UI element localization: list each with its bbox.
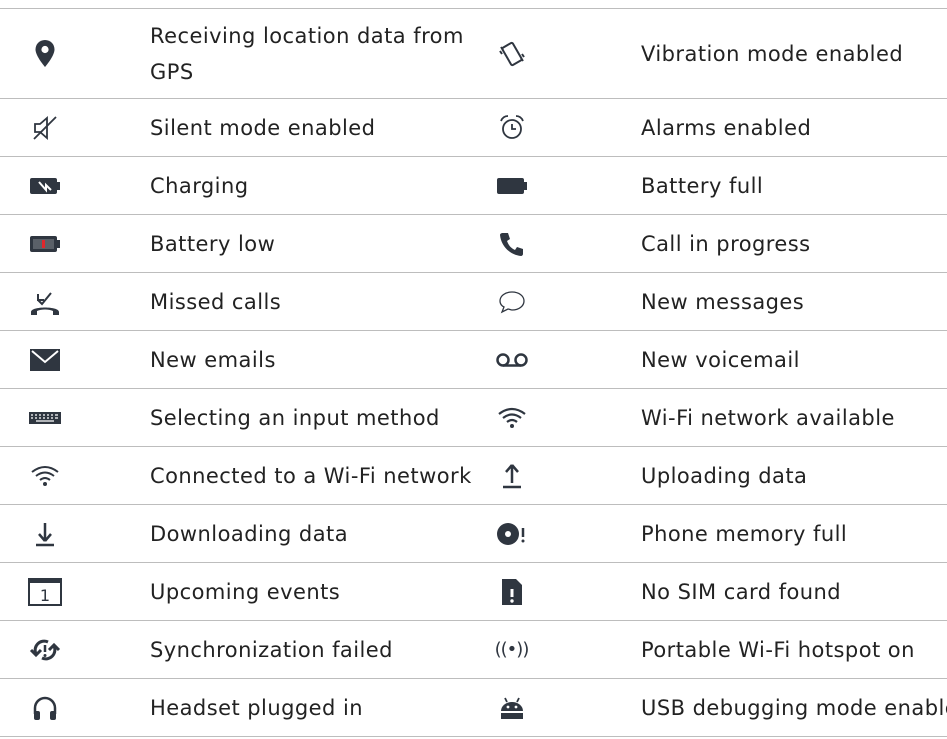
sync-failed-icon bbox=[0, 636, 90, 664]
calendar-icon: 1 bbox=[0, 577, 90, 606]
row-label: Headset plugged in bbox=[150, 695, 363, 720]
row-label: USB debugging mode enabled bbox=[641, 695, 947, 720]
table-row: Selecting an input method Wi-Fi network … bbox=[0, 389, 947, 447]
table-row: Synchronization failed ((•)) Portable Wi… bbox=[0, 621, 947, 679]
row-label: Receiving location data from GPS bbox=[150, 23, 464, 84]
row-label: Synchronization failed bbox=[150, 637, 393, 662]
row-label: Upcoming events bbox=[150, 579, 341, 604]
status-icon-table: Receiving location data from GPS Vibrati… bbox=[0, 8, 947, 737]
hotspot-glyph: ((•)) bbox=[494, 639, 530, 660]
row-label: Phone memory full bbox=[641, 521, 848, 546]
row-label: Alarms enabled bbox=[641, 115, 812, 140]
headset-icon bbox=[0, 694, 90, 722]
vibration-icon bbox=[472, 39, 551, 69]
row-label: Connected to a Wi-Fi network bbox=[150, 463, 472, 488]
row-label: Vibration mode enabled bbox=[641, 41, 904, 66]
message-bubble-icon bbox=[472, 289, 551, 315]
row-label: New emails bbox=[150, 347, 276, 372]
row-label: Call in progress bbox=[641, 231, 811, 256]
keyboard-icon bbox=[0, 410, 90, 426]
download-icon bbox=[0, 520, 90, 548]
email-envelope-icon bbox=[0, 348, 90, 372]
silent-mode-icon bbox=[0, 113, 90, 143]
row-label: Selecting an input method bbox=[150, 405, 440, 430]
table-row: New emails New voicemail bbox=[0, 331, 947, 389]
missed-call-icon bbox=[0, 287, 90, 317]
upload-icon bbox=[472, 462, 551, 490]
table-row: Charging Battery full bbox=[0, 157, 947, 215]
wifi-available-icon bbox=[472, 405, 551, 431]
row-label: Downloading data bbox=[150, 521, 349, 546]
wifi-connected-icon bbox=[0, 463, 90, 489]
table-row: Battery low Call in progress bbox=[0, 215, 947, 273]
android-debug-icon bbox=[472, 695, 551, 721]
memory-full-icon bbox=[472, 519, 551, 549]
hotspot-icon: ((•)) bbox=[472, 639, 551, 660]
alarm-clock-icon bbox=[472, 113, 551, 143]
no-sim-icon bbox=[472, 577, 551, 607]
row-label: New messages bbox=[641, 289, 805, 314]
row-label: Silent mode enabled bbox=[150, 115, 376, 140]
table-row: Missed calls New messages bbox=[0, 273, 947, 331]
table-row: Receiving location data from GPS Vibrati… bbox=[0, 9, 947, 99]
row-label: Battery low bbox=[150, 231, 276, 256]
calendar-day-number: 1 bbox=[40, 586, 50, 605]
status-icon-table-page: Receiving location data from GPS Vibrati… bbox=[0, 0, 947, 739]
phone-call-icon bbox=[472, 230, 551, 258]
row-label: No SIM card found bbox=[641, 579, 842, 604]
location-pin-icon bbox=[0, 39, 90, 69]
table-row: Connected to a Wi-Fi network Uploading d… bbox=[0, 447, 947, 505]
row-label: Wi-Fi network available bbox=[641, 405, 895, 430]
battery-full-icon bbox=[472, 176, 551, 196]
row-label: Battery full bbox=[641, 173, 764, 198]
table-row: Silent mode enabled Alarms enabled bbox=[0, 99, 947, 157]
row-label: Charging bbox=[150, 173, 249, 198]
table-row: Downloading data Phone memory full bbox=[0, 505, 947, 563]
battery-low-icon bbox=[0, 234, 90, 254]
row-label: Missed calls bbox=[150, 289, 282, 314]
row-label: New voicemail bbox=[641, 347, 800, 372]
table-row: 1 Upcoming events No SIM card found bbox=[0, 563, 947, 621]
table-row: Headset plugged in USB debugging mode en… bbox=[0, 679, 947, 737]
row-label: Uploading data bbox=[641, 463, 808, 488]
battery-charging-icon bbox=[0, 176, 90, 196]
row-label: Portable Wi-Fi hotspot on bbox=[641, 637, 915, 662]
voicemail-icon bbox=[472, 351, 551, 369]
